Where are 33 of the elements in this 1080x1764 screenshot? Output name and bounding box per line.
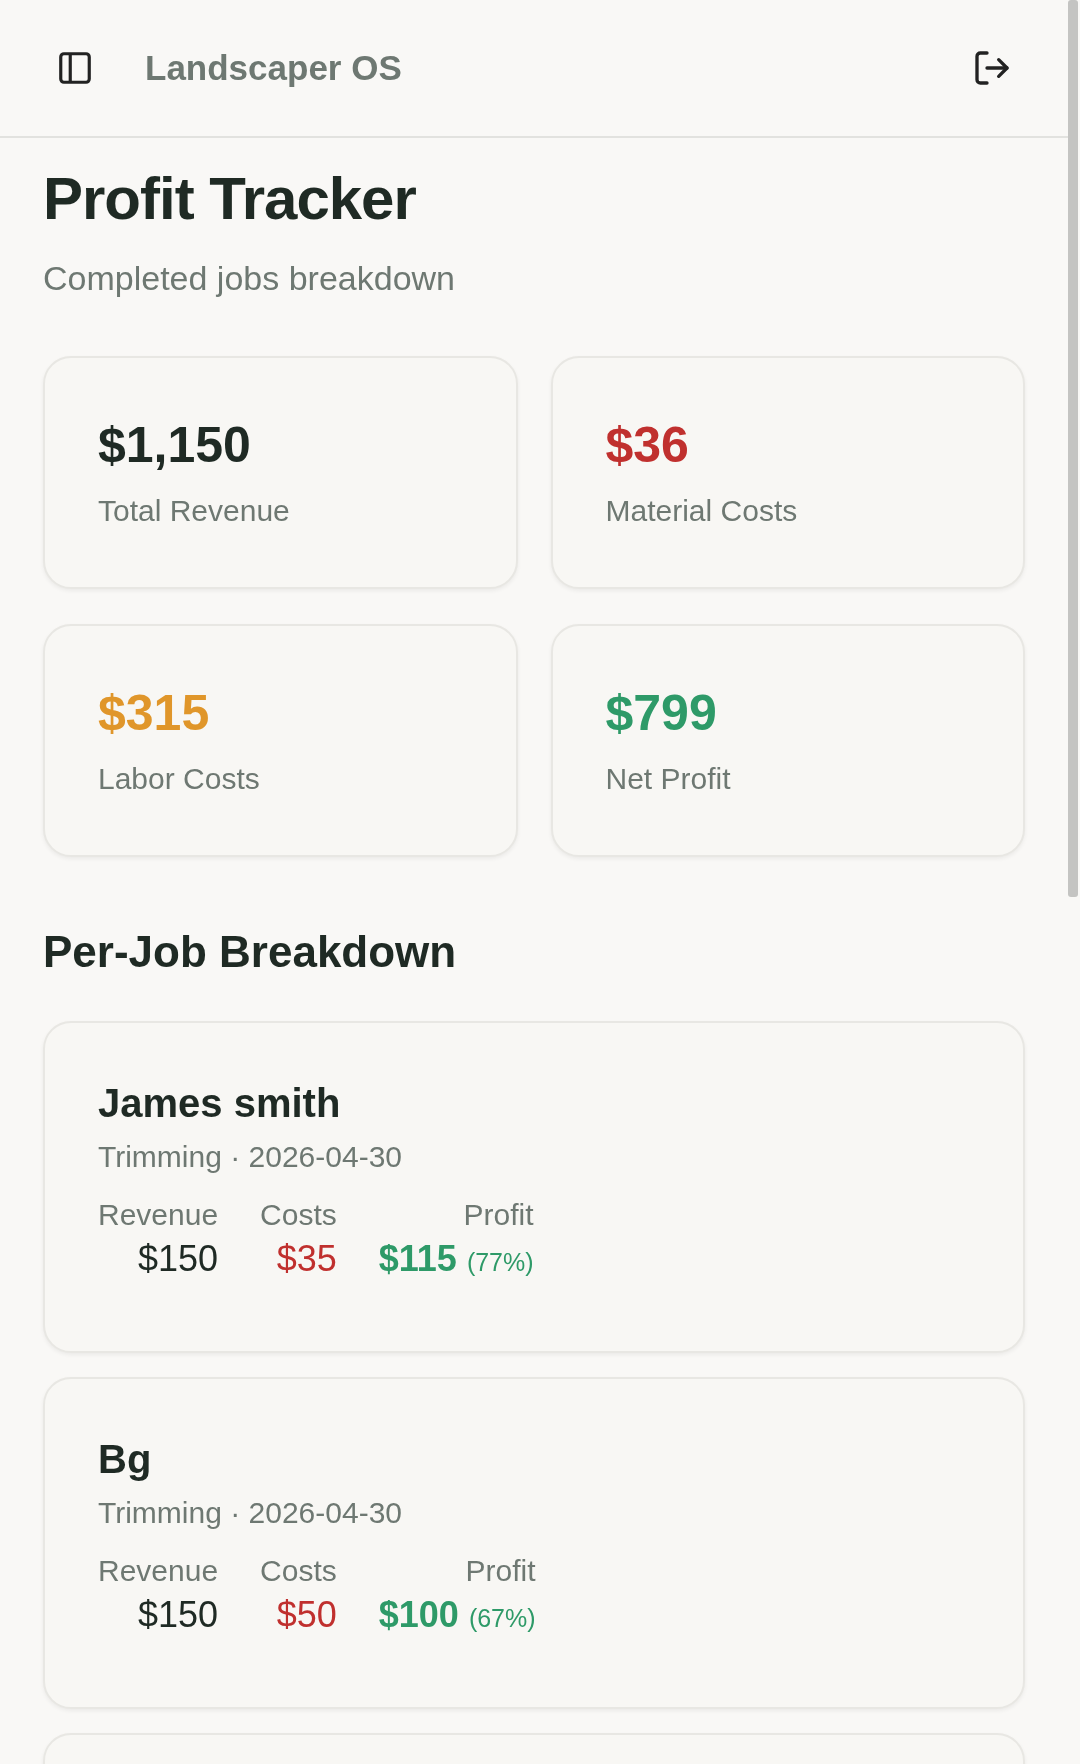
stat-value: $1,150 — [98, 416, 252, 474]
page-subtitle: Completed jobs breakdown — [43, 259, 457, 298]
metric-label: Profit — [465, 1554, 536, 1588]
job-name: James smith — [98, 1081, 342, 1126]
metric-label: Costs — [260, 1198, 337, 1232]
stat-value: $315 — [98, 684, 211, 742]
metric-value: $35 — [276, 1238, 337, 1280]
job-meta: Trimming · 2026-04-30 — [98, 1140, 403, 1174]
metric-label: Revenue — [98, 1198, 219, 1232]
stat-label: Labor Costs — [98, 762, 261, 796]
stat-label: Total Revenue — [98, 494, 291, 528]
section-title: Per-Job Breakdown — [43, 927, 458, 977]
sidebar-toggle-icon[interactable] — [56, 49, 94, 87]
app-title: Landscaper OS — [145, 48, 402, 88]
metric-label: Profit — [463, 1198, 534, 1232]
metric-value: $150 — [138, 1594, 219, 1636]
stat-label: Material Costs — [605, 494, 799, 528]
scrollbar-thumb[interactable] — [1068, 0, 1078, 897]
metric-value: $150 — [138, 1238, 219, 1280]
job-meta: Trimming · 2026-04-30 — [98, 1496, 403, 1530]
metric-label: Costs — [260, 1554, 337, 1588]
profit-percent: (67%) — [468, 1604, 536, 1633]
stat-label: Net Profit — [605, 762, 732, 796]
metric-value: $100 — [378, 1594, 459, 1636]
metric-value: $115 — [378, 1238, 457, 1280]
profit-percent: (77%) — [466, 1248, 534, 1277]
page-title: Profit Tracker — [43, 164, 417, 233]
stat-value: $36 — [605, 416, 690, 474]
job-name: Bg — [98, 1437, 153, 1482]
metric-value: $50 — [276, 1594, 337, 1636]
logout-icon[interactable] — [972, 48, 1012, 88]
metric-label: Revenue — [98, 1554, 219, 1588]
stat-value: $799 — [605, 684, 718, 742]
